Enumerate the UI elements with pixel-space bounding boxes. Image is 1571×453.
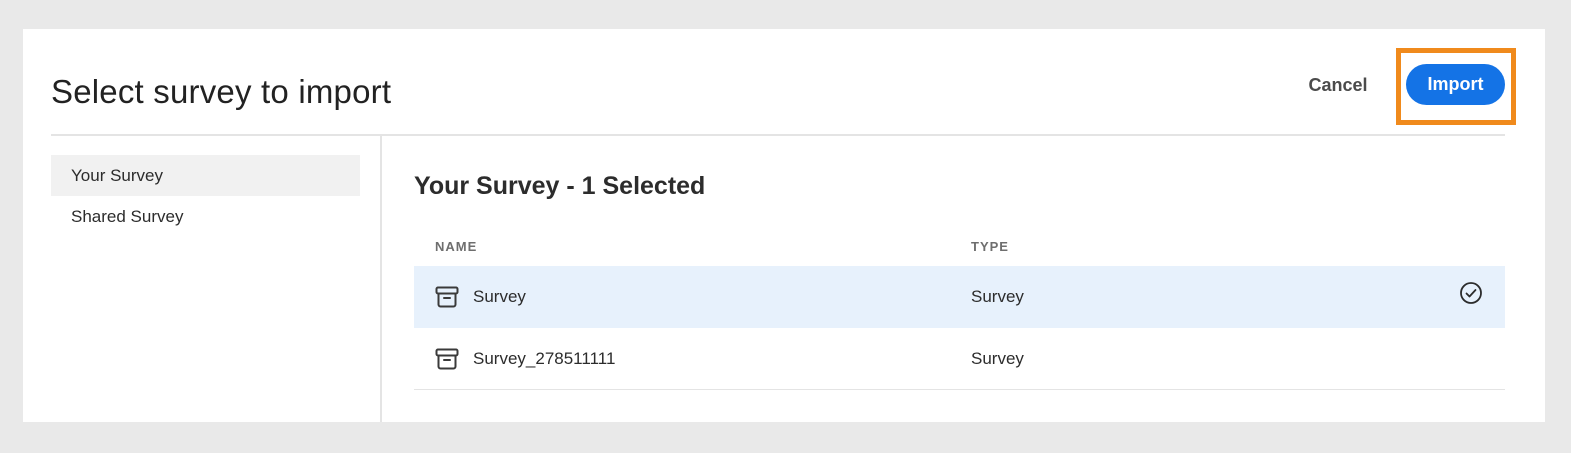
import-survey-dialog: Select survey to import Cancel Import Yo…	[23, 29, 1545, 422]
sidebar: Your Survey Shared Survey	[51, 155, 360, 237]
checkmark-circle-icon	[1460, 282, 1482, 304]
archive-box-icon	[435, 348, 459, 370]
row-type: Survey	[971, 349, 1024, 368]
table-row[interactable]: Survey Survey	[414, 266, 1505, 328]
sidebar-item-shared-survey[interactable]: Shared Survey	[51, 196, 360, 237]
dialog-title: Select survey to import	[51, 73, 392, 110]
table-header: NAME TYPE	[414, 233, 1505, 266]
sidebar-divider	[380, 136, 382, 422]
column-header-name[interactable]: NAME	[435, 239, 477, 254]
row-name: Survey	[473, 287, 526, 306]
cancel-button[interactable]: Cancel	[1295, 69, 1381, 101]
archive-box-icon	[435, 286, 459, 308]
column-header-type[interactable]: TYPE	[971, 239, 1009, 254]
row-type: Survey	[971, 287, 1024, 306]
section-title: Your Survey - 1 Selected	[414, 172, 706, 200]
sidebar-item-your-survey[interactable]: Your Survey	[51, 155, 360, 196]
header-divider	[51, 134, 1505, 136]
table-row[interactable]: Survey_278511111 Survey	[414, 328, 1505, 390]
row-name: Survey_278511111	[473, 349, 616, 368]
import-button[interactable]: Import	[1406, 64, 1505, 105]
survey-table: NAME TYPE Survey Survey Survey_278511111	[414, 233, 1505, 390]
